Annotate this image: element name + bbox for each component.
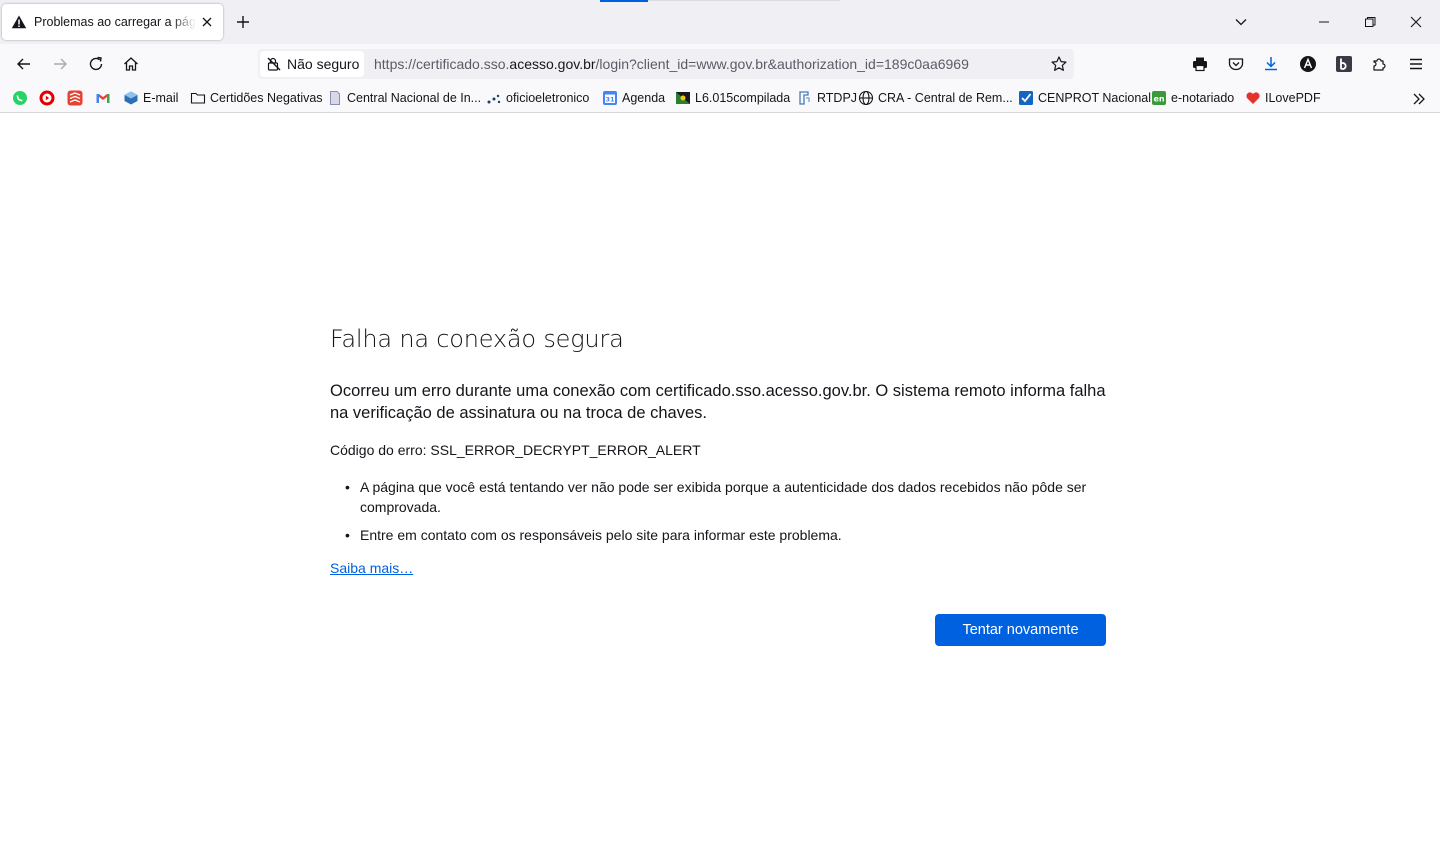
url-host: acesso.gov.br [509,56,596,72]
error-code: Código do erro: SSL_ERROR_DECRYPT_ERROR_… [330,442,701,458]
page-icon [330,91,340,105]
whatsapp-icon [13,91,27,105]
bookmarks-overflow-chevron-icon[interactable] [1410,90,1428,108]
bookmark-cenprot[interactable]: CENPROT Nacional [1018,89,1151,107]
pocket-icon[interactable] [1227,55,1245,73]
bookmark-label: CRA - Central de Rem... [878,91,1013,105]
bookmark-enotariado[interactable]: en e-notariado [1151,89,1234,107]
navigation-toolbar: Não seguro https://certificado.sso.acess… [0,44,1440,84]
active-tab[interactable]: Problemas ao carregar a página [2,4,223,40]
minimize-icon[interactable] [1316,14,1332,30]
loading-progress [600,0,648,2]
bookmark-label: ILovePDF [1265,91,1321,105]
bookmark-label: Agenda [622,91,666,105]
dots-icon [487,94,501,104]
url-prefix: https://certificado.sso. [374,56,510,72]
bookmark-label: L6.015compilada [695,91,791,105]
restore-icon[interactable] [1362,14,1378,30]
learn-more-link[interactable]: Saiba mais… [330,560,413,576]
bookmark-whatsapp[interactable] [12,89,28,107]
youtube-icon [39,90,55,106]
reload-icon[interactable] [87,55,105,73]
bookmark-label: Central Nacional de In... [347,91,482,105]
print-icon[interactable] [1191,55,1209,73]
check-icon [1019,91,1033,105]
close-window-icon[interactable] [1408,14,1424,30]
heart-icon [1246,92,1260,104]
bookmark-label: oficioeletronico [506,91,590,105]
url-path: /login?client_id=www.gov.br&authorizatio… [595,56,969,72]
bookmark-cra[interactable]: CRA - Central de Rem... [858,89,1013,107]
bookmark-label: RTDPJ [817,91,858,105]
flag-icon [676,92,690,104]
list-item: Entre em contato com os responsáveis pel… [345,525,1106,545]
svg-text:en: en [1153,95,1164,104]
bookmark-gmail[interactable] [95,89,111,107]
bookmark-todoist[interactable] [67,89,83,107]
bookmark-star-icon[interactable] [1050,55,1068,73]
extensions-puzzle-icon[interactable] [1371,55,1389,73]
bookmark-central-nacional[interactable]: Central Nacional de In... [327,89,481,107]
globe-icon [858,90,874,106]
bookmark-label: Certidões Negativas [210,91,323,105]
error-advice-list: A página que você está tentando ver não … [345,477,1106,553]
menu-icon[interactable] [1407,55,1425,73]
identity-label: Não seguro [287,56,360,72]
svg-text:31: 31 [605,96,615,104]
warning-icon [11,15,27,29]
bookmark-ilovepdf[interactable]: ILovePDF [1245,89,1321,107]
loading-track [648,0,840,1]
bookmark-l6015[interactable]: L6.015compilada [675,89,790,107]
home-icon[interactable] [122,55,140,73]
bookmark-label: E-mail [143,91,179,105]
back-arrow-icon[interactable] [15,55,33,73]
tab-title: Problemas ao carregar a página [34,15,196,29]
bookmark-oficioeletronico[interactable]: oficioeletronico [486,89,589,107]
extension-a-icon[interactable] [1299,55,1317,73]
tab-strip: Problemas ao carregar a página [0,0,1440,44]
forward-arrow-icon[interactable] [51,55,69,73]
insecure-lock-icon [267,57,281,71]
list-item: A página que você está tentando ver não … [345,477,1106,517]
downloads-icon[interactable] [1262,55,1280,73]
error-title: Falha na conexão segura [330,325,624,353]
url-text[interactable]: https://certificado.sso.acesso.gov.br/lo… [374,56,969,72]
enotariado-icon: en [1152,91,1166,105]
rtdpj-icon [799,91,810,105]
bookmark-label: CENPROT Nacional [1038,91,1152,105]
mail-cube-icon [124,91,138,105]
bookmark-certidoes[interactable]: Certidões Negativas [190,89,323,107]
bookmark-label: e-notariado [1171,91,1235,105]
bookmark-email[interactable]: E-mail [123,89,178,107]
calendar-icon: 31 [603,91,617,105]
close-tab-icon[interactable] [200,15,214,29]
folder-icon [190,92,206,104]
error-description: Ocorreu um erro durante uma conexão com … [330,382,1106,422]
tab-list-chevron-icon[interactable] [1233,14,1249,30]
todoist-icon [67,90,83,106]
site-identity-button[interactable]: Não seguro [260,51,364,77]
extension-b-icon[interactable] [1335,55,1353,73]
gmail-icon [96,94,110,103]
bookmarks-toolbar: E-mail Certidões Negativas Central Nacio… [0,84,1440,113]
bookmark-agenda[interactable]: 31 Agenda [602,89,665,107]
url-bar[interactable]: Não seguro https://certificado.sso.acess… [258,49,1074,79]
bookmark-rtdpj[interactable]: RTDPJ [797,89,857,107]
bookmark-youtube[interactable] [39,89,55,107]
try-again-button[interactable]: Tentar novamente [935,614,1106,646]
new-tab-icon[interactable] [234,13,252,31]
